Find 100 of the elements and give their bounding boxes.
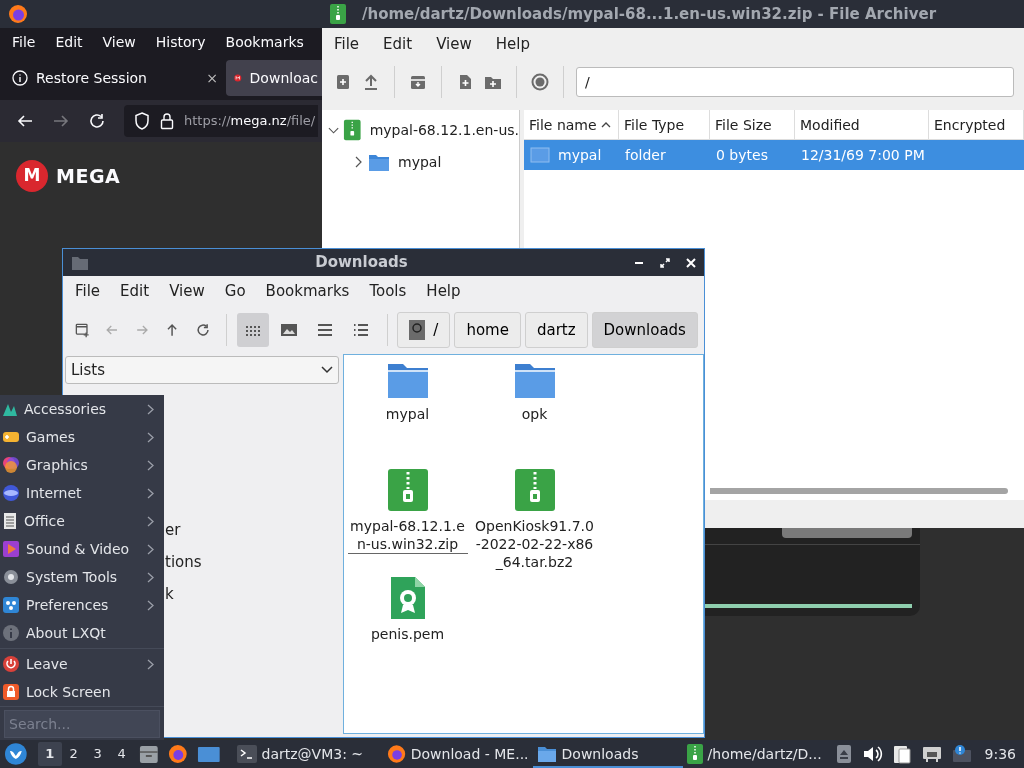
menu-item[interactable]: History xyxy=(147,28,214,56)
menu-item[interactable]: Lock Screen xyxy=(0,678,164,706)
desktop-button[interactable]: 3 xyxy=(85,742,110,766)
folder-icon xyxy=(71,254,89,271)
menu-item[interactable]: Internet xyxy=(0,479,164,507)
desktop-button[interactable]: 1 xyxy=(37,742,62,766)
info-icon xyxy=(12,70,28,86)
brand-name[interactable]: MEGA xyxy=(56,161,121,191)
url-text[interactable]: https://mega.nz/file/ xyxy=(184,111,316,131)
menu-item[interactable]: About LXQt xyxy=(0,619,164,647)
globe-icon xyxy=(2,484,20,502)
table-cell: mypal xyxy=(524,140,619,170)
folder-icon xyxy=(368,152,390,172)
taskbar-button[interactable]: /home/dartz/D... xyxy=(682,740,833,768)
menu-item[interactable]: File xyxy=(65,279,111,303)
menu-item[interactable]: File xyxy=(4,28,44,56)
menu-item[interactable]: View xyxy=(94,28,144,56)
side-pane-item[interactable]: k xyxy=(165,578,174,610)
menu-item[interactable]: Help xyxy=(485,32,540,56)
path-button[interactable]: dartz xyxy=(524,312,588,348)
column-header[interactable]: Encrypted xyxy=(929,110,1024,139)
gamepad-icon xyxy=(2,429,20,445)
menu-item[interactable]: View xyxy=(426,32,482,56)
menu-item[interactable]: Edit xyxy=(373,32,423,56)
lock-icon xyxy=(2,683,20,701)
column-header[interactable]: Modified xyxy=(795,110,929,139)
file-name[interactable]: opk xyxy=(474,405,595,423)
grid-view-button[interactable] xyxy=(236,313,269,347)
side-pane-item[interactable]: tions xyxy=(165,546,202,578)
notification-icon[interactable] xyxy=(950,743,973,765)
search-field[interactable]: Search... xyxy=(4,710,160,738)
chevron-icon xyxy=(321,366,333,374)
folder-icon xyxy=(386,361,429,399)
menu-item[interactable]: Office xyxy=(0,507,164,535)
app-icon xyxy=(386,744,406,764)
taskbar-button[interactable]: Download - ME... xyxy=(382,740,533,768)
menu-item[interactable]: File xyxy=(324,32,370,56)
record-icon[interactable] xyxy=(529,71,551,93)
tree-item[interactable]: mypal xyxy=(322,146,519,178)
menu-item[interactable]: View xyxy=(159,279,215,303)
column-header[interactable]: File Type xyxy=(619,110,710,139)
table-cell-text: 0 bytes xyxy=(715,146,769,165)
zip-file-icon xyxy=(387,469,428,511)
path-button[interactable]: home xyxy=(454,312,521,348)
maximize-icon[interactable] xyxy=(660,257,670,268)
menu-item[interactable]: Edit xyxy=(110,279,160,303)
close-icon[interactable] xyxy=(686,257,696,268)
file-name[interactable]: penis.pem xyxy=(347,625,468,643)
taskbar-button[interactable]: dartz@VM3: ~ xyxy=(232,740,383,768)
file-name[interactable]: OpenKiosk91.7.0-2022-02-22-x86_64.tar.bz2 xyxy=(474,517,595,571)
menu-item[interactable]: Go xyxy=(214,279,256,303)
desktop-button[interactable]: 4 xyxy=(109,742,134,766)
tree-item[interactable]: mypal-68.12.1.en-us. xyxy=(322,114,519,146)
chevron-icon xyxy=(147,515,154,527)
chevron-icon xyxy=(147,459,154,471)
desktop-button[interactable]: 2 xyxy=(61,742,86,766)
menu-item[interactable]: System Tools xyxy=(0,563,164,591)
path-button[interactable]: / xyxy=(397,312,451,348)
clock[interactable]: 9:36 xyxy=(984,743,1016,765)
column-header[interactable]: File Size xyxy=(710,110,795,139)
zip-file-icon xyxy=(514,469,555,511)
menu-item[interactable]: Tools xyxy=(359,279,417,303)
chevron-icon xyxy=(147,658,154,670)
eject-icon[interactable] xyxy=(834,743,853,765)
document-icon xyxy=(2,512,18,530)
file-name[interactable]: mypal xyxy=(347,405,468,423)
menu-item[interactable]: Graphics xyxy=(0,451,164,479)
browser-tab[interactable]: Restore Session × xyxy=(4,60,226,96)
drive-icon xyxy=(409,320,426,340)
close-button[interactable]: × xyxy=(206,67,218,89)
zip-file-icon xyxy=(343,119,362,141)
menu-item[interactable]: Sound & Video xyxy=(0,535,164,563)
folder-icon xyxy=(513,361,556,399)
url-bar[interactable]: https://mega.nz/file/ xyxy=(124,105,318,137)
scrollbar[interactable] xyxy=(710,488,1008,494)
logo[interactable]: M xyxy=(16,160,48,192)
path-field[interactable]: / xyxy=(576,67,1014,97)
chevron-icon xyxy=(147,403,154,415)
reload-icon[interactable] xyxy=(88,112,106,130)
zip-file-icon xyxy=(330,4,346,24)
menu-item[interactable]: Edit xyxy=(47,28,91,56)
column-header[interactable]: File name xyxy=(524,110,619,139)
menu-item[interactable]: Bookmarks xyxy=(255,279,360,303)
file-name[interactable]: mypal-68.12.1.en-us.win32.zip xyxy=(347,517,468,554)
lists-dropdown[interactable]: Lists xyxy=(65,356,339,384)
chevron-icon xyxy=(147,599,154,611)
menu-item[interactable]: Accessories xyxy=(0,395,164,423)
menu-item[interactable]: Help xyxy=(416,279,471,303)
menu-item[interactable]: Bookmarks xyxy=(217,28,312,56)
window-title: /home/dartz/Downloads/mypal-68...1.en-us.win32.zip - File Archiver xyxy=(362,3,937,25)
menu-item[interactable]: Preferences xyxy=(0,591,164,619)
window-title: Downloads xyxy=(314,252,409,274)
taskbar-button[interactable]: Downloads xyxy=(532,740,683,768)
terminal-icon xyxy=(236,745,257,763)
menu-item[interactable]: Leave xyxy=(0,650,164,678)
chevron-icon xyxy=(147,431,154,443)
path-button[interactable]: Downloads xyxy=(591,312,698,348)
menu-item[interactable]: Games xyxy=(0,423,164,451)
side-pane-item[interactable]: er xyxy=(165,514,181,546)
palette-icon xyxy=(2,456,20,474)
